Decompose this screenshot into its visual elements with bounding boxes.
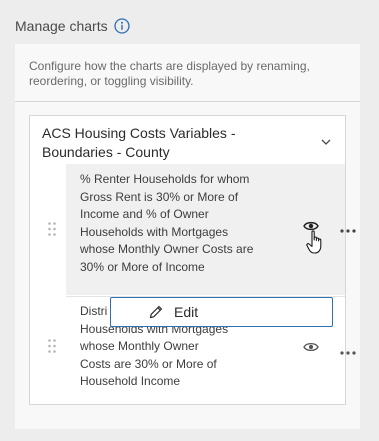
page-header: Manage charts: [15, 16, 130, 36]
more-options-icon[interactable]: [339, 221, 357, 233]
more-options-icon[interactable]: [339, 343, 357, 355]
info-icon[interactable]: [113, 18, 130, 34]
divider: [15, 101, 360, 102]
panel-description: Configure how the charts are displayed b…: [29, 59, 310, 88]
chart-item-label-line: Costs are 30% or More of: [80, 356, 217, 371]
drag-handle-icon[interactable]: [48, 222, 56, 236]
visibility-eye-icon[interactable]: [303, 340, 319, 352]
chart-item-label-line: Household Income: [80, 374, 181, 388]
chart-group-title: ACS Housing Costs Variables - Boundaries…: [42, 125, 236, 160]
chart-item-label: % Renter Households for whom Gross Rent …: [80, 172, 254, 274]
edit-label: Edit: [174, 304, 199, 320]
drag-handle-icon[interactable]: [48, 339, 56, 353]
hand-cursor-icon: [305, 229, 327, 255]
edit-menu-item[interactable]: Edit: [110, 297, 333, 327]
chart-item-label-line: whose Monthly Owner: [80, 339, 199, 353]
chevron-down-icon[interactable]: [319, 135, 333, 149]
chart-list-item-body: % Renter Households for whom Gross Rent …: [66, 164, 356, 295]
page-title: Manage charts: [15, 18, 108, 34]
chart-group-card: ACS Housing Costs Variables - Boundaries…: [29, 115, 356, 405]
pencil-icon: [148, 304, 164, 320]
chart-list-item[interactable]: % Renter Households for whom Gross Rent …: [30, 164, 356, 295]
